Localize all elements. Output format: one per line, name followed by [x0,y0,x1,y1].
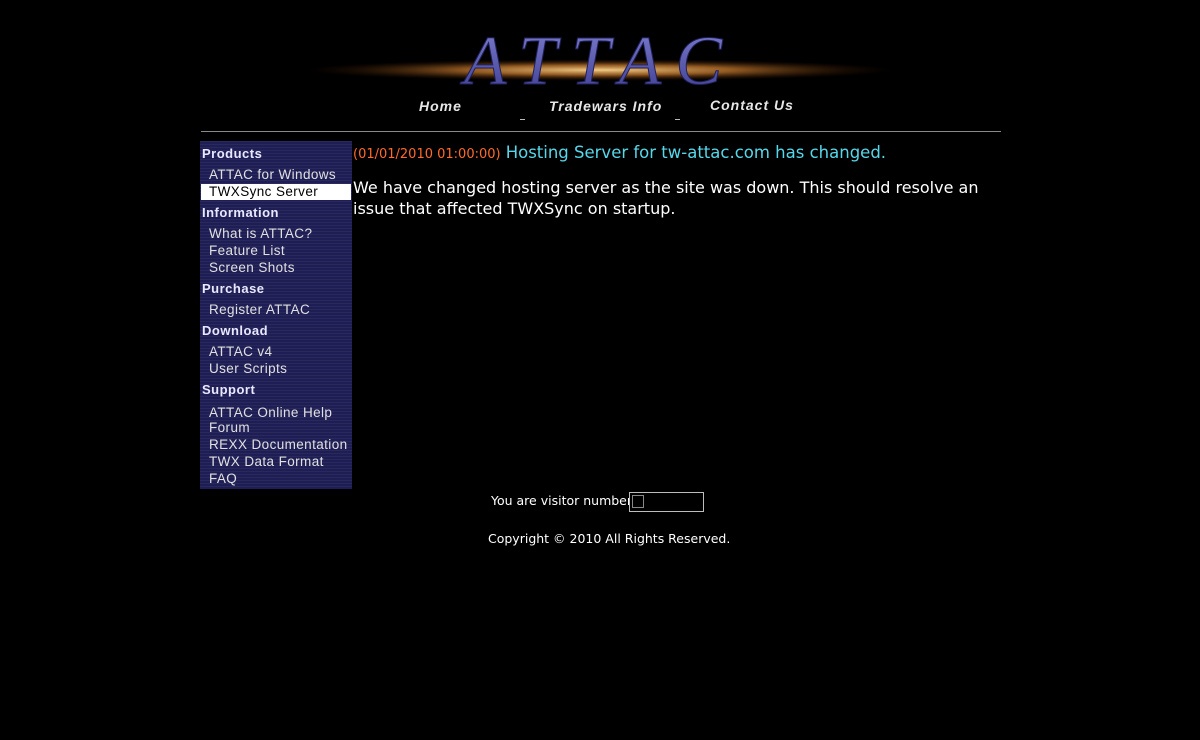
sidebar-heading-download: Download [202,323,269,338]
sidebar-heading-information: Information [202,205,279,220]
news-body: We have changed hosting server as the si… [353,178,979,218]
page: ATTAC Home Tradewars Info Contact Us Pro… [0,0,1200,740]
sidebar-item-twxsync-server[interactable]: TWXSync Server [201,184,351,200]
news-date: (01/01/2010 01:00:00) [353,147,501,162]
sidebar-heading-products: Products [202,146,263,161]
copyright: Copyright © 2010 All Rights Reserved. [488,531,731,546]
sidebar-heading-support: Support [202,382,256,397]
news-title: Hosting Server for tw-attac.com has chan… [505,143,887,162]
sidebar-item-rexx-documentation[interactable]: REXX Documentation [209,437,348,452]
sidebar-item-faq[interactable]: FAQ [209,471,237,486]
news-header: (01/01/2010 01:00:00) Hosting Server for… [353,143,1001,162]
nav-home-link[interactable]: Home [419,98,462,114]
nav-contact-link[interactable]: Contact Us [710,97,794,113]
sidebar: Products ATTAC for Windows TWXSync Serve… [200,141,352,489]
main-content: (01/01/2010 01:00:00) Hosting Server for… [353,143,1001,219]
nav-separator [520,119,525,120]
attac-logo[interactable]: ATTAC [300,22,900,94]
visitor-counter-image [629,492,704,512]
sidebar-item-register-attac[interactable]: Register ATTAC [209,302,310,317]
sidebar-item-attac-online-help[interactable]: ATTAC Online Help [209,405,332,420]
top-nav: Home Tradewars Info Contact Us [0,96,1200,126]
sidebar-item-what-is-attac[interactable]: What is ATTAC? [209,226,312,241]
sidebar-item-twx-data-format[interactable]: TWX Data Format [209,454,324,469]
sidebar-item-user-scripts[interactable]: User Scripts [209,361,287,376]
nav-separator [675,119,680,120]
header-divider [201,131,1001,132]
sidebar-item-attac-for-windows[interactable]: ATTAC for Windows [209,167,336,182]
sidebar-item-screen-shots[interactable]: Screen Shots [209,260,295,275]
sidebar-item-forum[interactable]: Forum [209,420,250,435]
sidebar-item-feature-list[interactable]: Feature List [209,243,285,258]
nav-tradewars-link[interactable]: Tradewars Info [549,98,662,114]
broken-image-icon [632,495,644,508]
logo-text: ATTAC [460,23,736,94]
sidebar-heading-purchase: Purchase [202,281,265,296]
sidebar-item-attac-v4[interactable]: ATTAC v4 [209,344,272,359]
visitor-label: You are visitor number [491,493,633,508]
